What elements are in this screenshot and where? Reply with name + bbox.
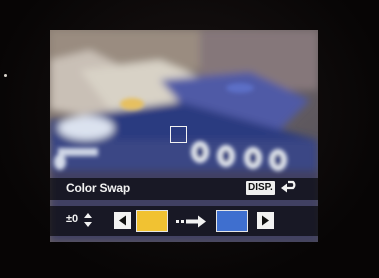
swap-to-right-button[interactable] — [257, 212, 274, 229]
left-arrow-icon — [119, 215, 126, 226]
focus-frame-icon — [170, 126, 187, 143]
return-arrow-icon[interactable] — [280, 180, 300, 196]
dashed-right-arrow-icon — [176, 215, 206, 228]
swap-from-left-button[interactable] — [114, 212, 131, 229]
mode-label: Color Swap — [66, 181, 131, 195]
camera-screen: Color Swap DISP. ±0 — [50, 30, 318, 242]
disp-button[interactable]: DISP. — [246, 181, 275, 195]
color-swap-controls: ±0 — [50, 206, 318, 236]
exposure-value: ±0 — [66, 213, 79, 225]
to-color-swatch[interactable] — [216, 210, 248, 232]
mode-info-bar: Color Swap DISP. — [50, 178, 318, 200]
from-color-swatch[interactable] — [136, 210, 168, 232]
right-arrow-icon — [262, 215, 269, 226]
bezel-indicator-dot — [4, 74, 7, 77]
up-down-arrows-icon[interactable] — [84, 213, 92, 227]
